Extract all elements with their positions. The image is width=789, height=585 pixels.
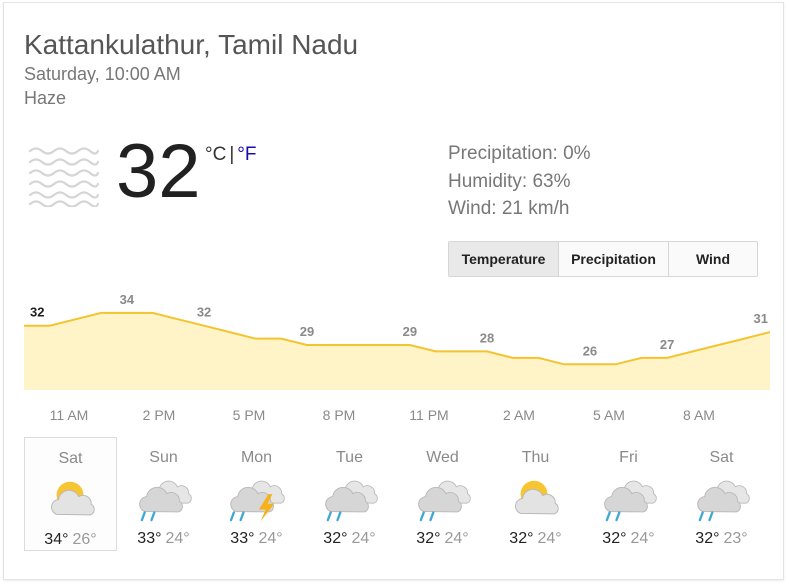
forecast-low: 24° — [351, 530, 376, 547]
chart-time-label: 8 AM — [683, 407, 715, 423]
rain-icon — [139, 480, 192, 522]
rain-icon — [418, 480, 471, 522]
forecast-high: 32° — [509, 530, 534, 547]
chart-time-label: 5 PM — [233, 407, 266, 423]
forecast-day-name: Thu — [521, 449, 550, 466]
forecast-high: 32° — [416, 530, 441, 547]
chart-value-label: 27 — [660, 337, 674, 352]
forecast-day-name: Sat — [58, 450, 83, 467]
forecast-day-5[interactable]: Thu 32° 24° — [489, 437, 582, 551]
forecast-low: 24° — [165, 530, 190, 547]
forecast-high: 32° — [695, 530, 720, 547]
forecast-high: 34° — [44, 531, 69, 548]
humidity-value: Humidity: 63% — [448, 170, 571, 192]
forecast-low: 24° — [258, 530, 283, 547]
rain-icon — [697, 480, 750, 522]
tab-wind[interactable]: Wind — [669, 242, 757, 276]
forecast-day-2[interactable]: Mon 33° 24° — [210, 437, 303, 551]
thunderstorm-icon — [229, 480, 285, 522]
unit-separator: | — [229, 144, 235, 165]
chart-value-label: 31 — [754, 311, 768, 326]
daily-forecast: Sat 34° 26° Sun 33° 24° Mon 33° 24° Tue … — [24, 437, 768, 551]
current-temperature: 32 — [116, 129, 201, 214]
forecast-day-4[interactable]: Wed 32° 24° — [396, 437, 489, 551]
partly-cloudy-icon — [515, 480, 559, 515]
temperature-area — [24, 312, 770, 390]
celsius-unit[interactable]: °C — [205, 144, 226, 165]
forecast-low: 23° — [723, 530, 748, 547]
chart-value-label: 29 — [403, 324, 417, 339]
forecast-day-7[interactable]: Sat 32° 23° — [675, 437, 768, 551]
forecast-high: 33° — [137, 530, 162, 547]
rain-icon — [604, 480, 657, 522]
chart-value-label: 26 — [583, 343, 597, 358]
chart-time-label: 2 PM — [143, 407, 176, 423]
forecast-day-1[interactable]: Sun 33° 24° — [117, 437, 210, 551]
forecast-day-name: Wed — [426, 449, 459, 466]
chart-value-label: 34 — [120, 292, 135, 307]
forecast-high: 32° — [602, 530, 627, 547]
temperature-chart: 32 34 32 29 29 28 26 27 31 11 AM 2 PM 5 PM 8 PM 11 PM… — [24, 292, 770, 424]
forecast-low: 24° — [537, 530, 562, 547]
date-time: Saturday, 10:00 AM — [24, 64, 181, 84]
chart-value-label: 28 — [480, 330, 494, 345]
forecast-day-3[interactable]: Tue 32° 24° — [303, 437, 396, 551]
forecast-low: 26° — [72, 531, 97, 548]
chart-time-label: 5 AM — [593, 407, 625, 423]
precipitation-value: Precipitation: 0% — [448, 143, 591, 164]
chart-value-label: 32 — [30, 305, 44, 320]
forecast-low: 24° — [630, 530, 655, 547]
chart-tabs: Temperature Precipitation Wind — [448, 241, 758, 277]
forecast-temps: 32° 24° — [396, 530, 489, 548]
unit-switcher: °C | °F — [205, 144, 256, 166]
chart-time-label: 11 PM — [409, 407, 448, 423]
forecast-temps: 32° 23° — [675, 530, 768, 548]
wind-value: Wind: 21 km/h — [448, 198, 570, 219]
chart-value-label: 32 — [197, 305, 211, 320]
forecast-temps: 32° 24° — [303, 530, 396, 548]
chart-time-label: 8 PM — [323, 407, 356, 423]
weather-condition: Haze — [24, 88, 67, 108]
forecast-temps: 33° 24° — [117, 530, 210, 548]
fahrenheit-link[interactable]: °F — [237, 144, 256, 165]
forecast-temps: 33° 24° — [210, 530, 303, 548]
forecast-day-name: Fri — [619, 449, 638, 466]
forecast-day-name: Sat — [709, 449, 734, 466]
forecast-day-6[interactable]: Fri 32° 24° — [582, 437, 675, 551]
weather-details: Precipitation: 0% Humidity: 63% Wind: 21… — [448, 140, 591, 223]
tab-precipitation[interactable]: Precipitation — [559, 242, 669, 276]
haze-icon — [28, 147, 100, 207]
forecast-temps: 34° 26° — [25, 531, 116, 549]
forecast-day-0[interactable]: Sat 34° 26° — [24, 437, 117, 551]
forecast-day-name: Sun — [149, 449, 178, 466]
forecast-low: 24° — [444, 530, 469, 547]
chart-time-label: 11 AM — [50, 407, 89, 423]
chart-value-label: 29 — [300, 324, 314, 339]
forecast-high: 32° — [323, 530, 348, 547]
location-title: Kattankulathur, Tamil Nadu — [24, 29, 359, 60]
chart-time-label: 2 AM — [503, 407, 535, 423]
temperature-chart-svg: 32 34 32 29 29 28 26 27 31 11 AM 2 PM 5 PM 8 PM 11 PM… — [24, 292, 770, 423]
forecast-temps: 32° 24° — [489, 530, 582, 548]
forecast-temps: 32° 24° — [582, 530, 675, 548]
forecast-day-name: Mon — [240, 449, 273, 466]
rain-icon — [325, 480, 378, 522]
forecast-day-name: Tue — [336, 449, 363, 466]
forecast-high: 33° — [230, 530, 255, 547]
partly-cloudy-icon — [51, 481, 95, 516]
tab-temperature[interactable]: Temperature — [449, 242, 559, 276]
